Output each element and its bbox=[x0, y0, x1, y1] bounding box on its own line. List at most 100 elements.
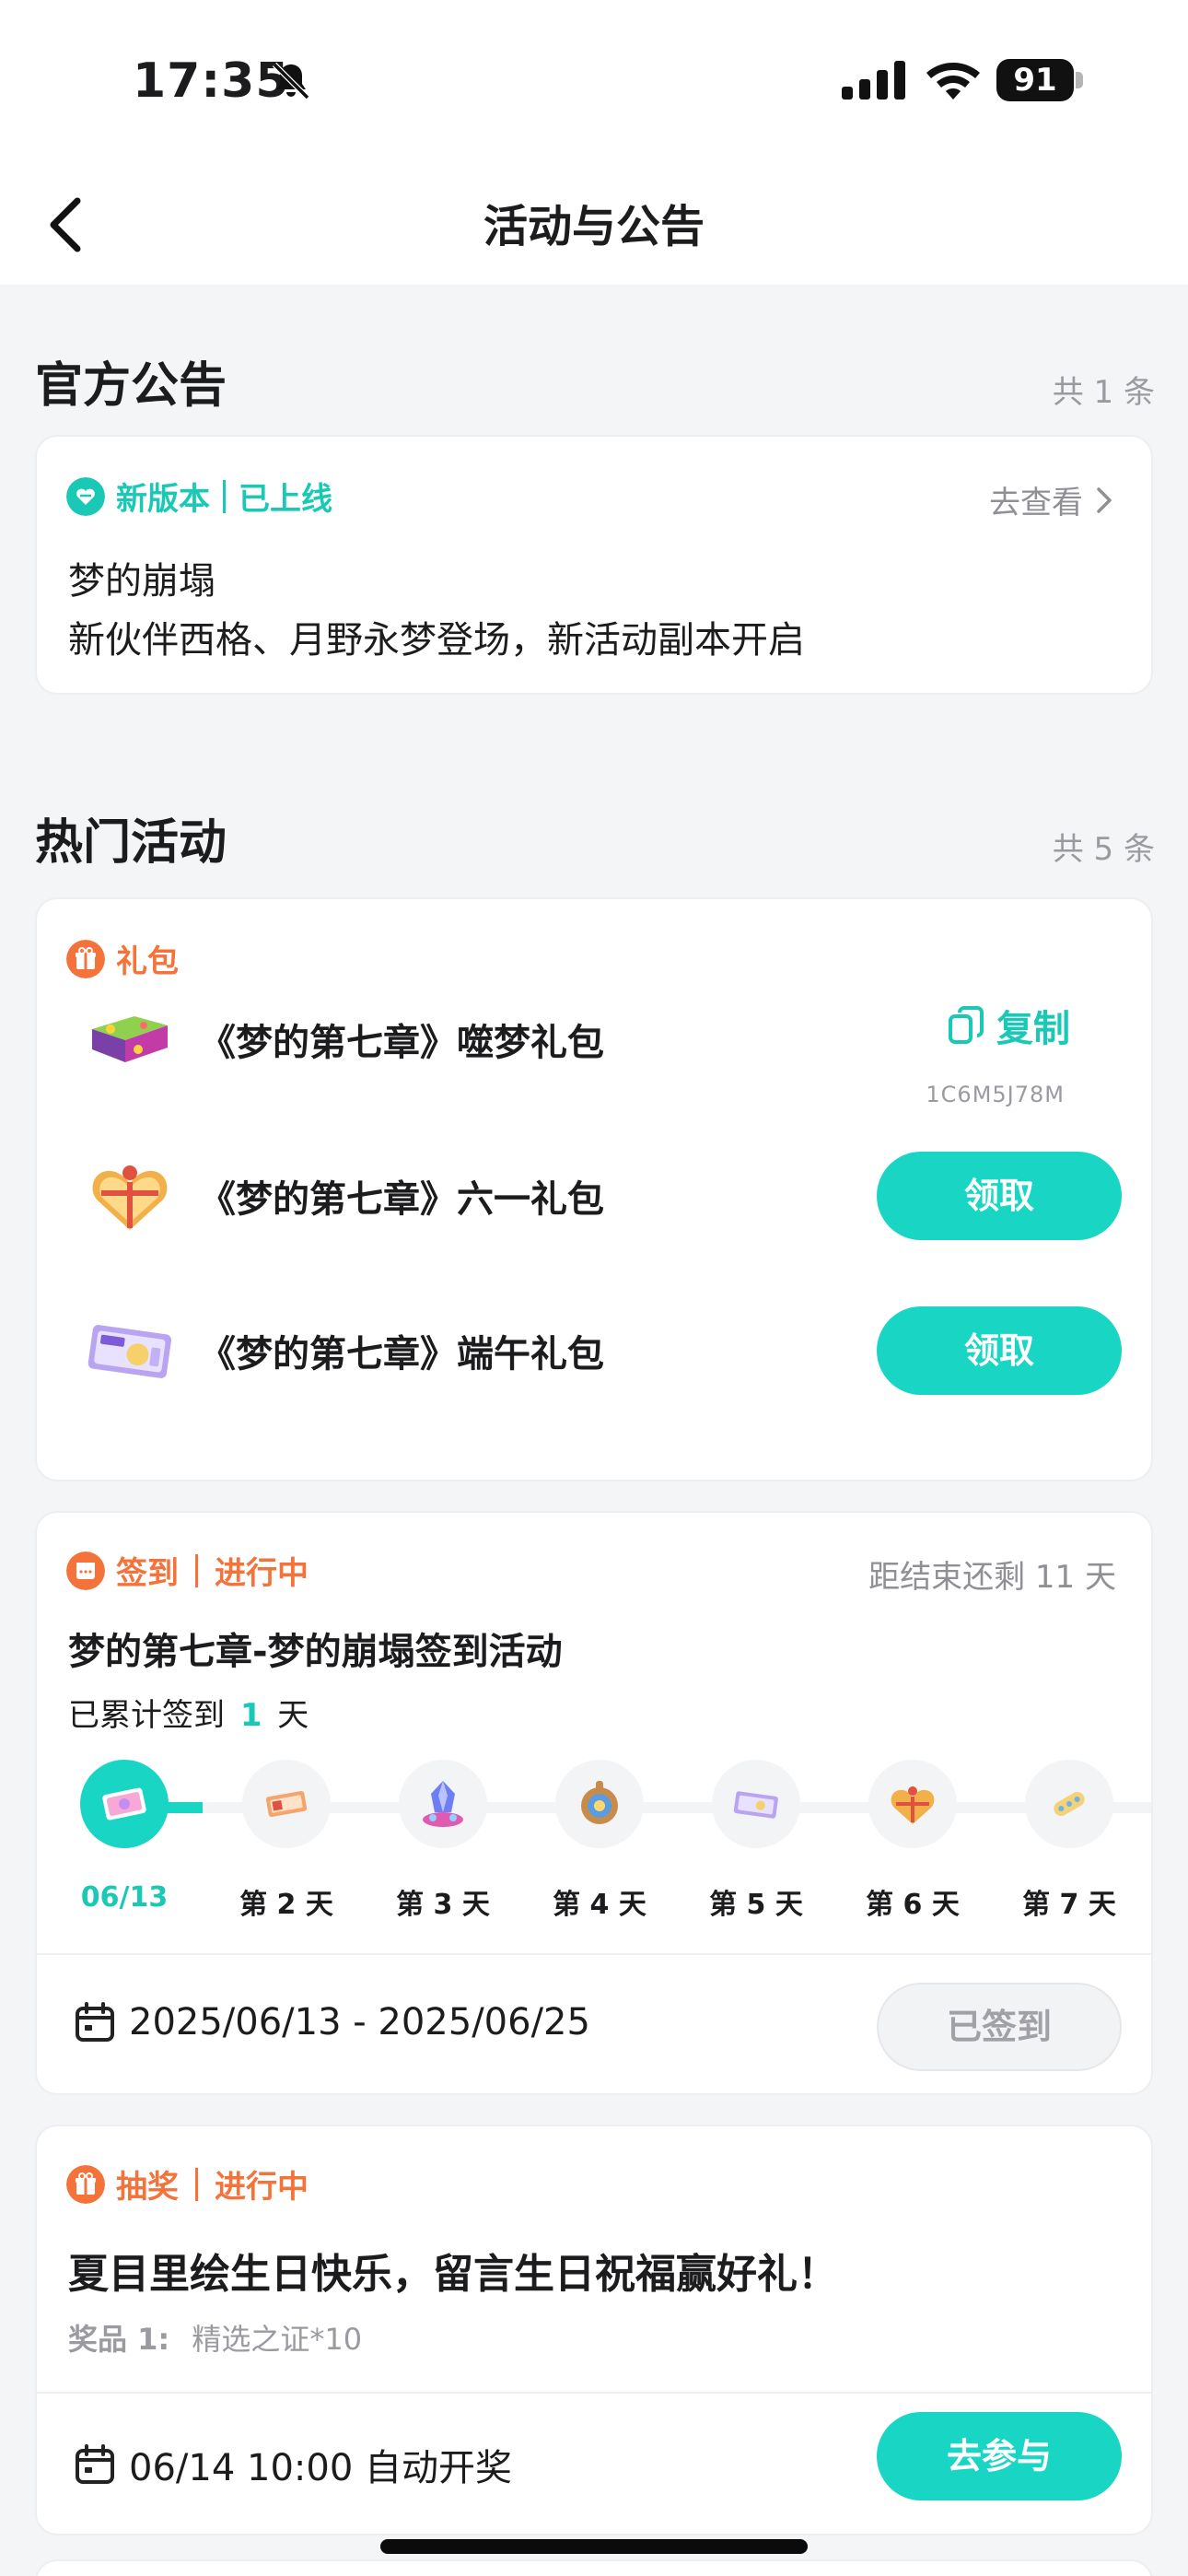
lottery-card: 抽奖 进行中 夏目里绘生日快乐，留言生日祝福赢好礼！ 奖品 1: 精选之证*10… bbox=[35, 2125, 1153, 2535]
day-circle-active bbox=[80, 1760, 169, 1848]
day-circle bbox=[868, 1760, 957, 1848]
day-label: 第 2 天 bbox=[239, 1889, 333, 1921]
checkin-progress-suffix: 天 bbox=[277, 1697, 309, 1734]
announcement-description: 新伙伴西格、月野永梦登场，新活动副本开启 bbox=[68, 619, 805, 662]
reward-amulet-icon bbox=[581, 1781, 618, 1824]
gift-icon bbox=[66, 2164, 105, 2204]
calendar-icon bbox=[76, 2444, 114, 2484]
page-title: 活动与公告 bbox=[483, 201, 705, 252]
day-circle bbox=[1025, 1760, 1113, 1848]
section-count-official: 共 1 条 bbox=[1052, 374, 1155, 411]
lottery-tag: 抽奖 进行中 bbox=[66, 2161, 309, 2207]
gift-code: 1C6M5J78M bbox=[926, 1082, 1065, 1107]
checkin-day-4: 第 4 天 bbox=[549, 1760, 650, 1922]
announcement-card[interactable]: 新版本 已上线 去查看 梦的崩塌 新伙伴西格、月野永梦登场，新活动副本开启 bbox=[35, 435, 1153, 695]
ticket-icon bbox=[87, 1325, 172, 1378]
chevron-right-icon bbox=[1097, 486, 1112, 513]
view-link-label: 去查看 bbox=[989, 485, 1083, 521]
battery-cap bbox=[1076, 72, 1083, 88]
day-label: 06/13 bbox=[80, 1881, 169, 1914]
announcement-tag: 新版本 已上线 bbox=[66, 474, 332, 519]
lottery-title: 夏目里绘生日快乐，留言生日祝福赢好礼！ bbox=[68, 2251, 838, 2298]
battery-indicator: 91 bbox=[996, 59, 1083, 101]
announcement-status: 已上线 bbox=[239, 481, 332, 518]
reward-cookie-icon bbox=[1054, 1792, 1085, 1816]
status-time: 17:35 bbox=[133, 53, 290, 109]
prize-value: 精选之证*10 bbox=[192, 2322, 363, 2357]
prize-label: 奖品 1: bbox=[68, 2322, 170, 2357]
day-label: 第 7 天 bbox=[1022, 1889, 1116, 1921]
checkin-tag-label: 签到 bbox=[116, 1555, 179, 1592]
checkin-date-row: 2025/06/13 - 2025/06/25 bbox=[74, 2001, 590, 2043]
card-divider bbox=[37, 2392, 1151, 2394]
section-title-hot: 热门活动 bbox=[35, 815, 227, 871]
checkin-date-range: 2025/06/13 - 2025/06/25 bbox=[129, 2001, 590, 2043]
checkin-day-2: 第 2 天 bbox=[236, 1760, 337, 1922]
checkin-day-7: 第 7 天 bbox=[1019, 1760, 1120, 1922]
claim-button[interactable]: 领取 bbox=[877, 1152, 1122, 1240]
tag-divider bbox=[223, 479, 226, 513]
page: 17:35 91 活动与公告 官方公告 共 1 条 新版本 已上线 去查看 梦的… bbox=[0, 0, 1188, 2576]
checkin-progress-prefix: 已累计签到 bbox=[68, 1697, 225, 1734]
home-indicator[interactable] bbox=[380, 2539, 808, 2554]
calendar-badge-icon bbox=[66, 1551, 105, 1590]
day-circle bbox=[242, 1760, 331, 1848]
checkin-title: 梦的第七章-梦的崩塌签到活动 bbox=[68, 1631, 563, 1673]
section-count-hot: 共 5 条 bbox=[1052, 831, 1155, 868]
tag-divider bbox=[195, 2167, 198, 2201]
gift-tag-label: 礼包 bbox=[116, 943, 179, 980]
gift-card: 礼包 《梦的第七章》噬梦礼包 复制 1C6M5J78M 《梦的第七章》六一礼包 … bbox=[35, 897, 1153, 1481]
checkin-tag: 签到 进行中 bbox=[66, 1548, 309, 1593]
view-link[interactable]: 去查看 bbox=[989, 477, 1114, 522]
checkin-day-5: 第 5 天 bbox=[705, 1760, 807, 1922]
section-title-official: 官方公告 bbox=[35, 358, 227, 414]
reward-ticket-icon bbox=[265, 1790, 308, 1818]
checked-in-button[interactable]: 已签到 bbox=[877, 1983, 1122, 2071]
announcement-tag-label: 新版本 bbox=[116, 481, 210, 518]
checkin-day-1: 06/13 bbox=[74, 1760, 175, 1914]
lottery-status: 进行中 bbox=[215, 2169, 309, 2206]
lottery-time-row: 06/14 10:00 自动开奖 bbox=[74, 2438, 512, 2491]
day-circle bbox=[712, 1760, 800, 1848]
lottery-tag-label: 抽奖 bbox=[116, 2169, 179, 2206]
bell-muted-icon bbox=[272, 62, 310, 100]
checkin-progress-days: 1 bbox=[239, 1697, 262, 1734]
reward-card-icon bbox=[102, 1787, 146, 1821]
battery-level: 91 bbox=[996, 59, 1074, 101]
participate-button[interactable]: 去参与 bbox=[877, 2412, 1122, 2500]
copy-label: 复制 bbox=[996, 1008, 1070, 1050]
day-label: 第 4 天 bbox=[553, 1889, 646, 1921]
checkin-day-6: 第 6 天 bbox=[862, 1760, 963, 1922]
day-label: 第 5 天 bbox=[709, 1889, 803, 1921]
day-circle bbox=[555, 1760, 644, 1848]
calendar-icon bbox=[76, 2002, 114, 2042]
reward-heart-box-icon bbox=[891, 1786, 935, 1824]
checkin-status: 进行中 bbox=[215, 1555, 309, 1592]
checkin-card: 签到 进行中 距结束还剩 11 天 梦的第七章-梦的崩塌签到活动 已累计签到 1… bbox=[35, 1511, 1153, 2095]
day-label: 第 6 天 bbox=[866, 1889, 960, 1921]
reward-crystal-icon bbox=[423, 1781, 463, 1827]
tag-divider bbox=[195, 1553, 198, 1587]
copy-icon bbox=[949, 1006, 984, 1044]
claim-button[interactable]: 领取 bbox=[877, 1306, 1122, 1395]
card-divider bbox=[37, 1953, 1151, 1955]
checkin-day-3: 第 3 天 bbox=[392, 1760, 494, 1922]
checkin-remaining: 距结束还剩 11 天 bbox=[868, 1559, 1116, 1596]
announcement-headline: 梦的崩塌 bbox=[68, 560, 215, 603]
header: 17:35 91 活动与公告 bbox=[0, 0, 1188, 285]
heart-gift-box-icon bbox=[92, 1165, 168, 1230]
wifi-icon bbox=[926, 63, 980, 100]
reward-ticket-icon bbox=[733, 1791, 778, 1819]
dream-box-icon bbox=[92, 1016, 168, 1062]
day-label: 第 3 天 bbox=[396, 1889, 490, 1921]
next-card bbox=[35, 2559, 1153, 2576]
heart-badge-icon bbox=[66, 476, 105, 516]
gift-tag: 礼包 bbox=[66, 936, 179, 981]
cellular-signal-icon bbox=[842, 61, 905, 100]
lottery-prize: 奖品 1: 精选之证*10 bbox=[68, 2316, 362, 2359]
lottery-draw-time: 06/14 10:00 自动开奖 bbox=[129, 2447, 512, 2489]
checkin-progress: 已累计签到 1 天 bbox=[68, 1690, 309, 1735]
gift-icon bbox=[66, 939, 105, 978]
copy-button[interactable]: 复制 bbox=[947, 999, 1070, 1052]
day-circle bbox=[399, 1760, 487, 1848]
